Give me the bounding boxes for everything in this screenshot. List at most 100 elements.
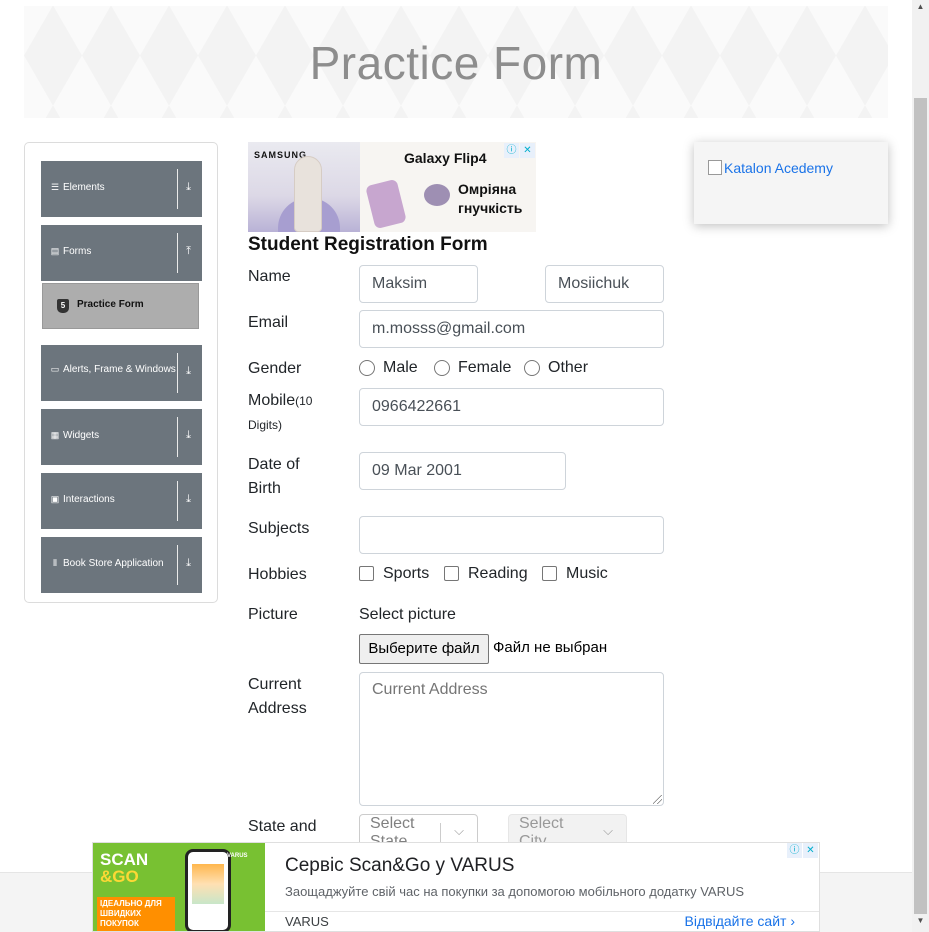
ad-photo: SAMSUNG <box>248 142 360 232</box>
hobby-option-label[interactable]: Music <box>566 564 608 584</box>
varus-ad-banner[interactable]: SCAN &GO ІДЕАЛЬНО ДЛЯ ШВИДКИХ ПОКУПОК VAR… <box>92 842 820 932</box>
date-of-birth-input[interactable]: 09 Mar 2001 <box>359 452 566 490</box>
email-input[interactable]: m.mosss@gmail.com <box>359 310 664 348</box>
ad-advertiser: VARUS <box>285 914 329 929</box>
scroll-up-icon[interactable]: ▲ <box>913 2 928 16</box>
book-icon: ⫴ <box>53 558 57 568</box>
hobby-option-label[interactable]: Sports <box>383 564 429 584</box>
gender-option-label[interactable]: Male <box>383 358 418 378</box>
form-title: Student Registration Form <box>248 234 488 255</box>
mobile-hint: Digits) <box>248 418 283 432</box>
sidebar-group-book-store[interactable]: ⫴ Book Store Application ⤓ <box>41 537 202 593</box>
ad-info-icon[interactable]: ⓘ <box>504 143 519 158</box>
last-name-input[interactable]: Mosiichuk <box>545 265 664 303</box>
first-name-input[interactable]: Maksim <box>359 265 478 303</box>
hobby-reading-checkbox[interactable] <box>444 566 459 581</box>
ad-image-tag: ІДЕАЛЬНО ДЛЯ ШВИДКИХ ПОКУПОК <box>97 897 175 931</box>
gender-option-label[interactable]: Female <box>458 358 511 378</box>
phone-image <box>185 849 231 931</box>
gender-male-radio[interactable] <box>359 360 375 376</box>
ad-image: SCAN &GO ІДЕАЛЬНО ДЛЯ ШВИДКИХ ПОКУПОК VAR… <box>93 843 265 931</box>
divider <box>177 545 178 585</box>
scan-go-logo: SCAN &GO <box>100 850 149 886</box>
ad-headline[interactable]: Сервіс Scan&Go у VARUS <box>285 855 514 877</box>
divider <box>177 169 178 209</box>
mobile-input[interactable]: 0966422661 <box>359 388 664 426</box>
ad-info-icon[interactable]: ⓘ <box>787 843 802 858</box>
left-sidebar: ☰ Elements ⤓ ▤ Forms ⤒ 5 Practice Form ▭… <box>24 142 218 603</box>
sidebar-group-label: Forms <box>63 246 92 257</box>
divider <box>177 481 178 521</box>
window-icon: ▭ <box>50 364 60 374</box>
ad-product: Galaxy Flip4 <box>404 150 487 166</box>
sidebar-group-elements[interactable]: ☰ Elements ⤓ <box>41 161 202 217</box>
ad-figure <box>294 156 322 232</box>
sidebar-group-label: Book Store Application <box>63 558 164 569</box>
gender-label: Gender <box>248 360 302 377</box>
sidebar-group-interactions[interactable]: ▣ Interactions ⤓ <box>41 473 202 529</box>
samsung-ad-banner[interactable]: SAMSUNG Galaxy Flip4 Омріяна гнучкість ⓘ … <box>248 142 536 232</box>
visit-site-link[interactable]: Відвідайте сайт › <box>685 913 795 929</box>
sidebar-group-label: Widgets <box>63 430 100 441</box>
sidebar-group-forms[interactable]: ▤ Forms ⤒ <box>41 225 202 281</box>
sidebar-group-widgets[interactable]: ▦ Widgets ⤓ <box>41 409 202 465</box>
expand-icon[interactable]: ⤓ <box>182 429 195 444</box>
expand-icon[interactable]: ⤓ <box>182 365 195 380</box>
collapse-icon[interactable]: ⤒ <box>182 245 195 260</box>
interactions-icon: ▣ <box>50 494 60 504</box>
sidebar-item-label: Practice Form <box>77 299 144 310</box>
select-picture-label: Select picture <box>359 606 456 623</box>
expand-icon[interactable]: ⤓ <box>182 493 195 508</box>
divider <box>177 417 178 457</box>
ad-description: Заощаджуйте свій час на покупки за допом… <box>285 884 745 899</box>
hobbies-label: Hobbies <box>248 566 307 583</box>
sidebar-group-label: Alerts, Frame & Windows <box>63 364 176 375</box>
picture-label: Picture <box>248 606 298 623</box>
page-title: Practice Form <box>309 37 603 89</box>
sidebar-group-label: Interactions <box>63 494 115 505</box>
sidebar-group-label: Elements <box>63 182 105 193</box>
menu-icon: ☰ <box>50 182 60 192</box>
broken-image-link[interactable]: Katalon Acedemy <box>708 160 833 176</box>
scrollbar-thumb[interactable] <box>914 98 927 914</box>
ad-image-brand: VARUS <box>227 853 248 859</box>
current-address-textarea[interactable]: Current Address <box>359 672 664 806</box>
ad-tagline: Омріяна гнучкість <box>458 181 523 216</box>
state-city-label: State and <box>248 818 317 835</box>
resize-handle[interactable] <box>653 795 662 804</box>
gender-option-label[interactable]: Other <box>548 358 588 378</box>
divider <box>177 353 178 393</box>
gender-other-radio[interactable] <box>524 360 540 376</box>
sidebar-item-practice-form[interactable]: 5 Practice Form <box>42 283 199 329</box>
hobby-option-label[interactable]: Reading <box>468 564 528 584</box>
chevron-down-icon: ⌵ <box>603 823 613 838</box>
chevron-right-icon: › <box>790 913 795 929</box>
scroll-down-icon[interactable]: ▼ <box>913 916 928 930</box>
hobby-music-checkbox[interactable] <box>542 566 557 581</box>
divider <box>177 233 178 273</box>
subjects-label: Subjects <box>248 520 310 537</box>
expand-icon[interactable]: ⤓ <box>182 181 195 196</box>
choose-file-button[interactable]: Выберите файл <box>359 634 489 664</box>
form-icon: ▤ <box>50 246 60 256</box>
html5-icon: 5 <box>57 299 69 313</box>
ad-close-icon[interactable]: ✕ <box>520 143 535 158</box>
file-status: Файл не выбран <box>493 639 608 656</box>
mobile-label: Mobile(10 <box>248 392 313 409</box>
chevron-down-icon[interactable]: ⌵ <box>448 823 470 839</box>
divider <box>265 911 819 912</box>
dob-label: Date of Birth <box>248 456 300 497</box>
subjects-input[interactable] <box>359 516 664 554</box>
earbuds-image <box>424 184 450 206</box>
phone-image <box>365 178 407 230</box>
hobby-sports-checkbox[interactable] <box>359 566 374 581</box>
gender-female-radio[interactable] <box>434 360 450 376</box>
katalon-ad[interactable]: Katalon Acedemy <box>694 142 888 224</box>
email-label: Email <box>248 314 289 331</box>
textarea-placeholder: Current Address <box>372 681 488 698</box>
ad-close-icon[interactable]: ✕ <box>803 843 818 858</box>
expand-icon[interactable]: ⤓ <box>182 557 195 572</box>
current-address-label: Current Address <box>248 676 307 717</box>
name-label: Name <box>248 268 291 285</box>
sidebar-group-alerts-frame-windows[interactable]: ▭ Alerts, Frame & Windows ⤓ <box>41 345 202 401</box>
